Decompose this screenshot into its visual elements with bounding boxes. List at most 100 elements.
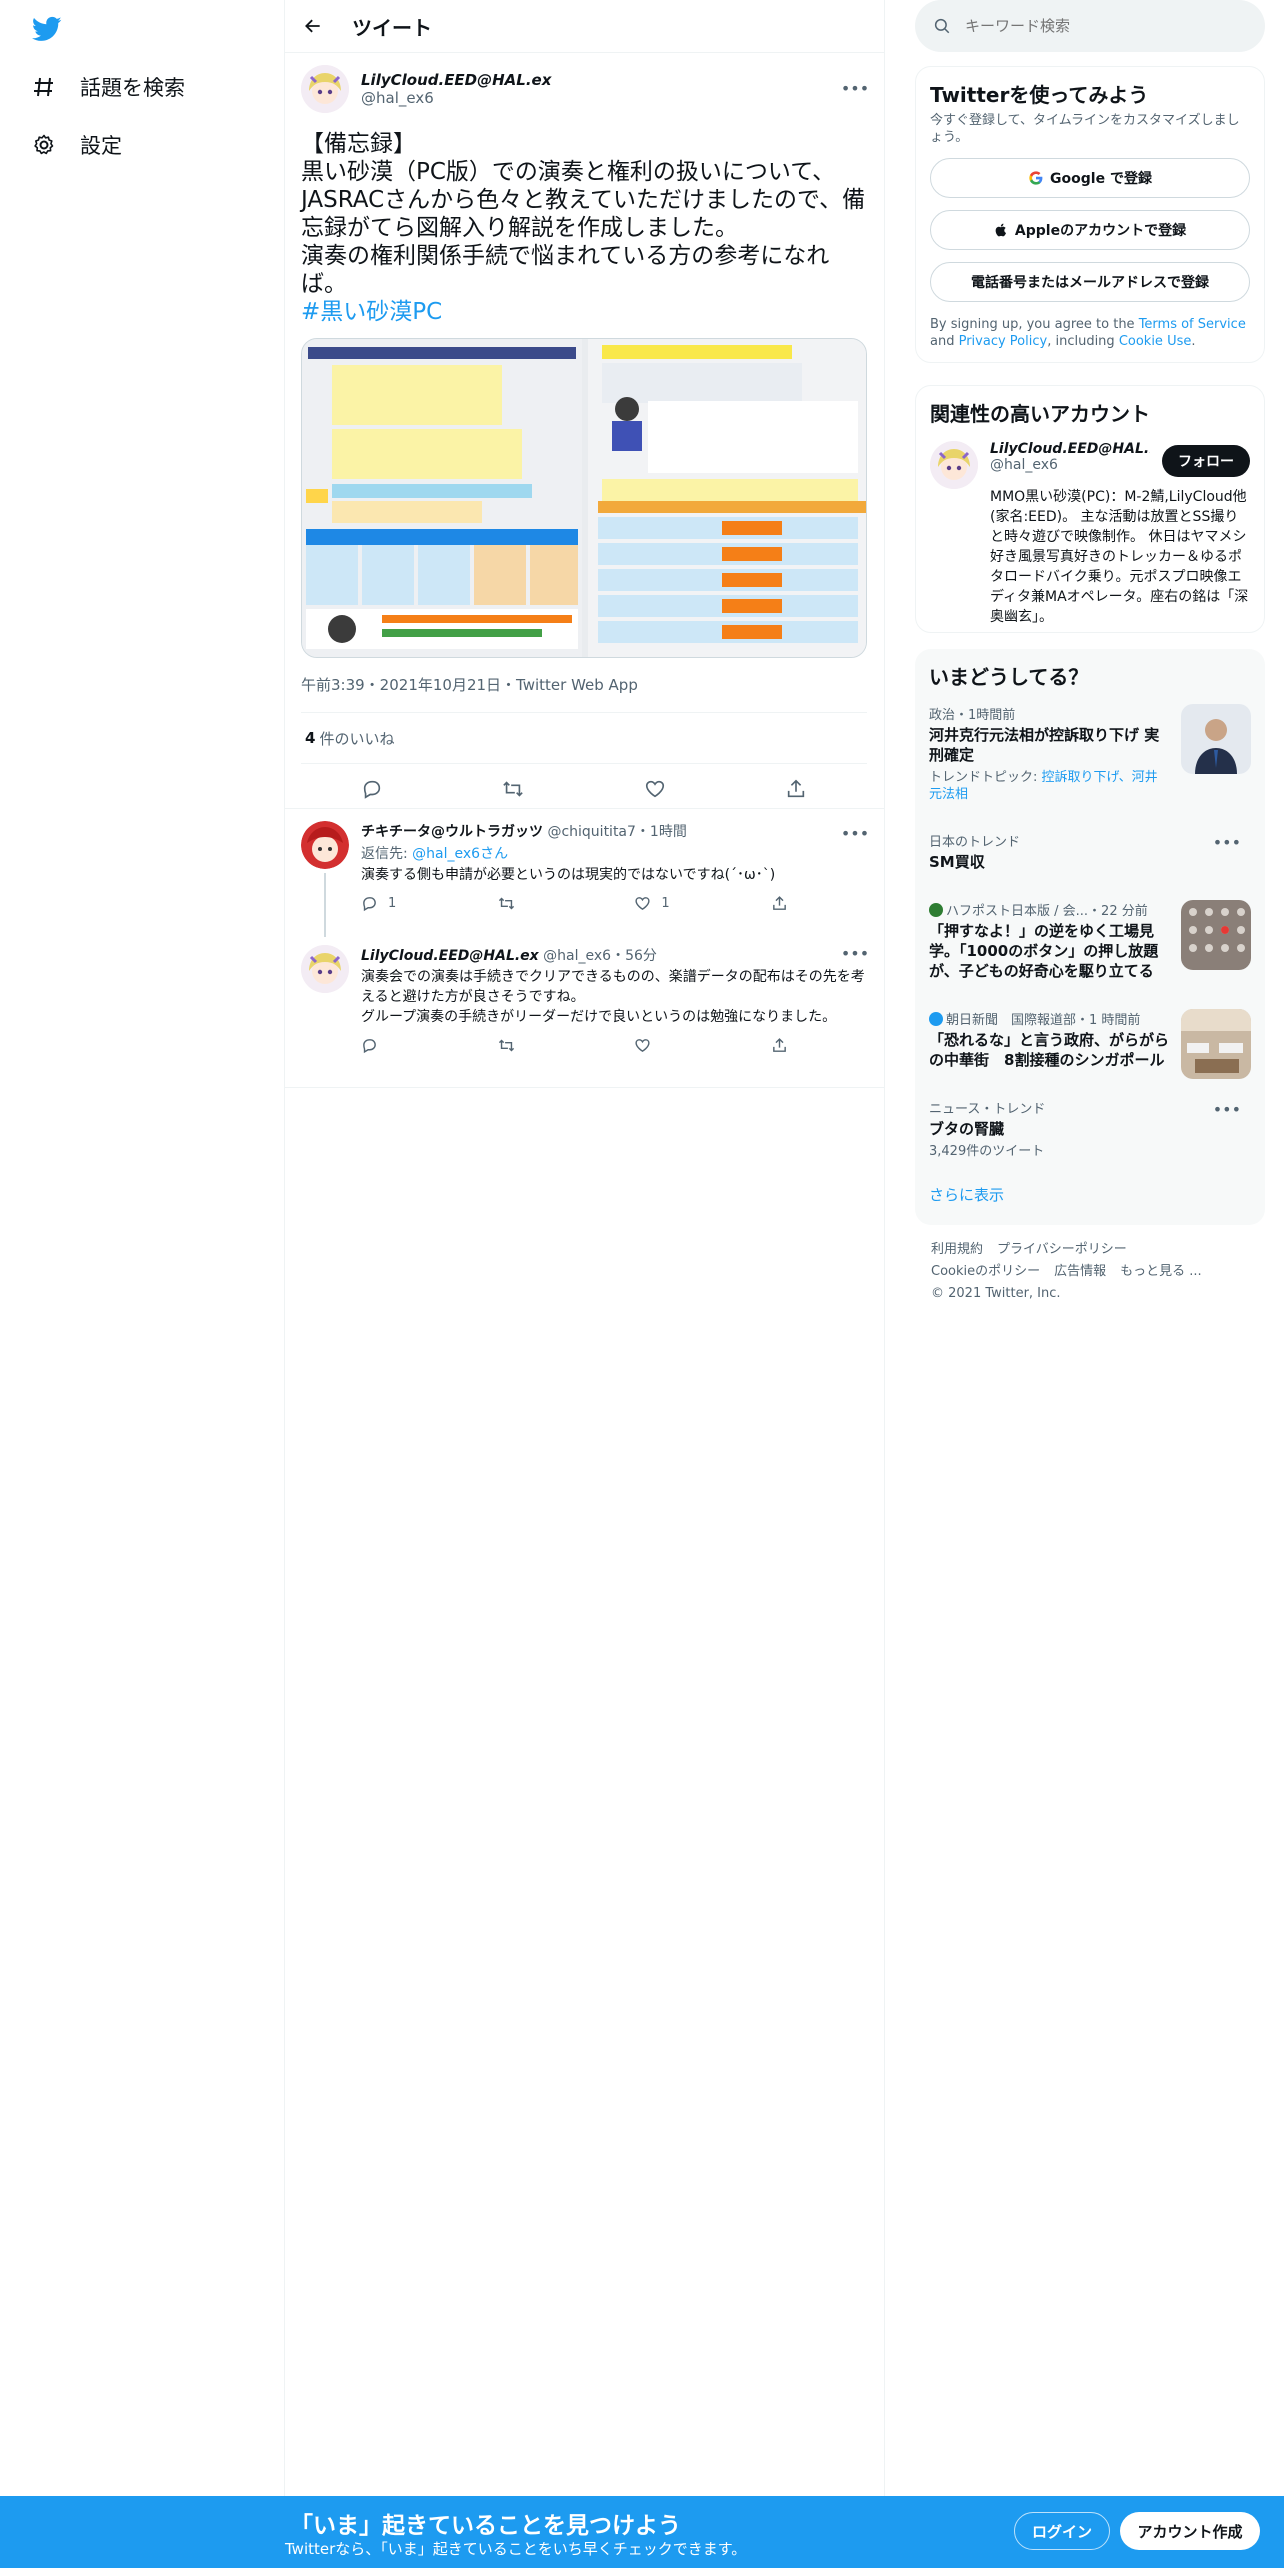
reply-to: 返信先: @hal_ex6さん [361,846,509,862]
reply-icon [363,780,380,799]
google-icon [1029,171,1043,185]
related-account[interactable]: LilyCloud.EED@HAL.... @hal_ex6 フォロー [930,441,1250,489]
trend-thumbnail [1181,900,1251,970]
follow-button[interactable]: フォロー [1162,445,1250,477]
nav-explore-label: 話題を検索 [80,76,185,100]
heart-icon [635,1039,650,1052]
reply-button[interactable] [355,772,389,806]
source-logo-icon [929,1012,943,1026]
reply-time[interactable]: ・1時間 [636,824,687,840]
handle[interactable]: @hal_ex6 [361,89,551,107]
search-input[interactable] [965,17,1225,35]
retweet-icon [503,781,524,797]
reply-handle[interactable]: @hal_ex6 [543,948,611,964]
apple-signup-button[interactable]: Appleのアカウントで登録 [930,210,1250,250]
google-signup-button[interactable]: Google で登録 [930,158,1250,198]
reply-to-link[interactable]: @hal_ex6 [412,846,480,862]
nav-settings[interactable]: 設定 [30,125,122,165]
retweet-button[interactable] [498,1037,598,1054]
signup-card: Twitterを使ってみよう 今すぐ登録して、タイムラインをカスタマイズしましょ… [915,66,1265,363]
nav-explore[interactable]: 話題を検索 [30,67,185,107]
share-button[interactable] [779,772,813,806]
footer-cookie-link[interactable]: Cookieのポリシー [931,1264,1040,1279]
cookie-use-link[interactable]: Cookie Use [1119,334,1192,349]
trend-title: SM買収 [929,853,985,871]
copyright: © 2021 Twitter, Inc. [931,1286,1061,1301]
likes-count-label: 件のいいね [319,729,395,748]
trends-card: いまどうしてる？ 政治・1時間前 河井克行元法相が控訴取り下げ 実刑確定 トレン… [915,649,1265,1225]
tweet-author: LilyCloud.EED@HAL.ex @hal_ex6 ••• [301,64,869,114]
back-button[interactable] [296,9,330,43]
footer-terms-link[interactable]: 利用規約 [931,1242,983,1257]
more-icon[interactable]: ••• [841,821,869,845]
share-button[interactable] [771,1037,791,1054]
reply-button[interactable]: 1 [361,895,461,912]
likes-count[interactable]: 4 件のいいね [301,713,867,763]
reply-display-name[interactable]: LilyCloud.EED@HAL.ex [361,948,539,964]
phone-email-signup-label: 電話番号またはメールアドレスで登録 [971,275,1209,291]
avatar[interactable] [301,821,349,869]
privacy-policy-link[interactable]: Privacy Policy [959,334,1048,349]
hashtag-link[interactable]: #黒い砂漠PC [301,298,867,326]
display-name[interactable]: LilyCloud.EED@HAL.ex [361,71,551,89]
trend-title: 河井克行元法相が控訴取り下げ 実刑確定 [929,726,1160,764]
more-icon[interactable]: ••• [1213,1100,1241,1119]
more-icon[interactable]: ••• [1213,833,1241,852]
show-more-link[interactable]: さらに表示 [929,1174,1251,1211]
reply-actions [361,1037,791,1054]
trend-item[interactable]: 日本のトレンド SM買収 ••• [929,817,1251,886]
trend-item[interactable]: 朝日新聞 国際報道部・1 時間前 「恐れるな」と言う政府、がらがらの中華街 8割… [929,995,1251,1084]
terms-of-service-link[interactable]: Terms of Service [1139,317,1246,332]
trend-item[interactable]: ハフポスト日本版 / 会...・22 分前 「押すなよ！」の逆をゆく工場見学。「… [929,886,1251,995]
google-signup-label: Google で登録 [1050,171,1152,187]
like-count: 1 [661,896,670,911]
trend-item[interactable]: 政治・1時間前 河井克行元法相が控訴取り下げ 実刑確定 トレンドトピック: 控訴… [929,690,1251,817]
footer-ads-link[interactable]: 広告情報 [1054,1264,1106,1279]
like-button[interactable]: 1 [634,895,734,912]
search-icon [934,18,950,34]
login-button[interactable]: ログイン [1014,2512,1110,2550]
share-button[interactable] [771,895,791,912]
tweet-media-image[interactable] [301,338,867,658]
signup-card-subtitle: 今すぐ登録して、タイムラインをカスタマイズしましょう。 [930,113,1240,145]
bottom-bar-title: 「いま」起きていることを見つけよう [290,2513,681,2539]
related-account-handle[interactable]: @hal_ex6 [990,457,1150,473]
twitter-logo-icon[interactable] [30,14,64,44]
reply-icon [363,897,376,912]
reply-tweet[interactable]: チキチータ@ウルトラガッツ @chiquitita7・1時間 返信先: @hal… [285,809,885,933]
footer-more-link[interactable]: もっと見る ... [1120,1264,1202,1279]
reply-text: 演奏会での演奏は手続きでクリアできるものの、楽譜データの配布はその先を考えると避… [361,969,865,1025]
reply-handle[interactable]: @chiquitita7 [547,824,635,840]
retweet-button[interactable] [498,895,598,912]
gear-icon [30,131,58,159]
signup-button[interactable]: アカウント作成 [1120,2512,1260,2550]
footer-privacy-link[interactable]: プライバシーポリシー [997,1242,1127,1257]
trend-item[interactable]: ニュース・トレンド ブタの腎臓 3,429件のツイート ••• [929,1084,1251,1174]
share-icon [788,779,805,798]
like-button[interactable] [638,772,672,806]
trend-context: 朝日新聞 国際報道部・1 時間前 [929,1009,1174,1028]
tweet-timestamp[interactable]: 午前3:39・2021年10月21日・Twitter Web App [301,674,867,696]
reply-tweet[interactable]: LilyCloud.EED@HAL.ex @hal_ex6・56分 演奏会での演… [285,933,885,1088]
trend-thumbnail [1181,1009,1251,1079]
share-icon [773,896,786,910]
trend-thumbnail [1181,704,1251,774]
like-button[interactable] [634,1037,734,1054]
reply-button[interactable] [361,1037,461,1054]
reply-time[interactable]: ・56分 [611,948,657,964]
reply-text: 演奏する側も申請が必要というのは現実的ではないですね(´･ω･`) [361,867,776,883]
phone-email-signup-button[interactable]: 電話番号またはメールアドレスで登録 [930,262,1250,302]
reply-display-name[interactable]: チキチータ@ウルトラガッツ [361,824,543,840]
avatar[interactable] [930,441,978,489]
retweet-button[interactable] [496,772,530,806]
related-account-name[interactable]: LilyCloud.EED@HAL.... [990,441,1150,457]
related-accounts-card: 関連性の高いアカウント LilyCloud.EED@HAL.... @hal_e… [915,385,1265,633]
trend-context: ハフポスト日本版 / 会...・22 分前 [929,900,1174,919]
avatar[interactable] [301,945,349,993]
more-icon[interactable]: ••• [841,76,869,100]
more-icon[interactable]: ••• [841,941,869,965]
likes-count-value: 4 [305,729,316,747]
avatar[interactable] [301,65,349,113]
retweet-icon [498,897,514,910]
search-box[interactable] [915,0,1265,52]
